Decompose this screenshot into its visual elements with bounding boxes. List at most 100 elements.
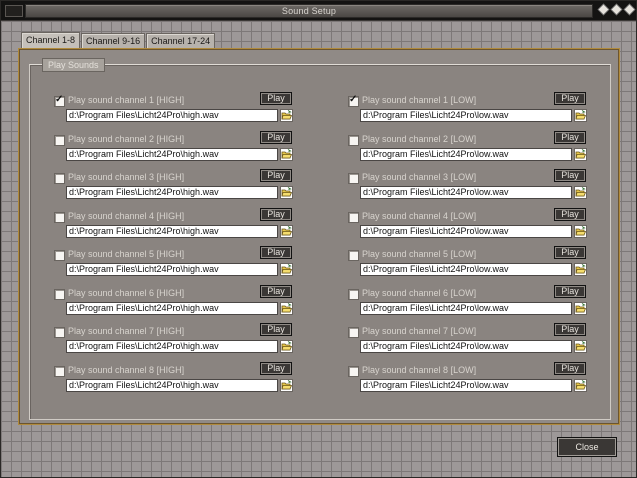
system-menu-icon[interactable] — [5, 5, 23, 17]
low-channel-label: Play sound channel 5 [LOW] — [362, 249, 477, 259]
folder-open-icon[interactable] — [280, 224, 293, 238]
close-button[interactable]: Close — [557, 437, 617, 457]
window-controls — [597, 3, 636, 16]
low-channel-checkbox[interactable] — [348, 327, 359, 338]
folder-open-icon[interactable] — [280, 109, 293, 122]
play-button[interactable]: Play — [260, 361, 292, 375]
high-channel-label: Play sound channel 5 [HIGH] — [68, 249, 185, 259]
play-button[interactable]: Play — [260, 92, 292, 105]
sound-file-path-input[interactable]: d:\Program Files\Licht24Pro\low.wav — [360, 224, 572, 238]
play-button[interactable]: Play — [260, 323, 292, 336]
low-channel-checkbox[interactable] — [348, 173, 359, 184]
high-channel-row: Play sound channel 6 [HIGH] Play d:\Progra… — [54, 284, 316, 322]
low-channel-checkbox[interactable] — [348, 365, 359, 377]
sound-file-path-input[interactable]: d:\Program Files\Licht24Pro\high.wav — [66, 340, 278, 353]
high-channel-row: Play sound channel 8 [HIGH] Play d:\Progra… — [54, 361, 316, 399]
minimize-icon[interactable] — [597, 3, 610, 16]
high-channel-row: Play sound channel 5 [HIGH] Play d:\Progra… — [54, 245, 316, 283]
low-channel-label: Play sound channel 2 [LOW] — [362, 133, 477, 144]
sound-file-path-input[interactable]: d:\Program Files\Licht24Pro\high.wav — [66, 378, 278, 392]
low-channel-checkbox[interactable] — [348, 288, 359, 300]
folder-open-icon[interactable] — [574, 263, 587, 276]
low-channel-row: Play sound channel 8 [LOW] Play d:\Program… — [348, 361, 610, 399]
title-bar-strip: Sound Setup — [25, 4, 593, 18]
folder-open-icon[interactable] — [280, 263, 293, 276]
low-channel-label: Play sound channel 7 [LOW] — [362, 326, 477, 336]
sound-file-path-input[interactable]: d:\Program Files\Licht24Pro\low.wav — [360, 147, 572, 161]
tab-channel-9-16[interactable]: Channel 9-16 — [81, 33, 146, 48]
high-channel-checkbox[interactable] — [54, 327, 65, 338]
sound-file-path-input[interactable]: d:\Program Files\Licht24Pro\low.wav — [360, 263, 572, 276]
play-button[interactable]: Play — [554, 323, 586, 336]
play-button[interactable]: Play — [554, 92, 586, 105]
high-channel-checkbox[interactable] — [54, 173, 65, 184]
play-button[interactable]: Play — [260, 169, 292, 182]
folder-open-icon[interactable] — [574, 301, 587, 315]
play-button[interactable]: Play — [554, 169, 586, 182]
play-button[interactable]: Play — [260, 284, 292, 298]
low-channel-row: Play sound channel 5 [LOW] Play d:\Program… — [348, 245, 610, 283]
low-channel-label: Play sound channel 1 [LOW] — [362, 95, 477, 105]
folder-open-icon[interactable] — [574, 147, 587, 161]
folder-open-icon[interactable] — [574, 340, 587, 353]
play-button[interactable]: Play — [554, 361, 586, 375]
title-bar[interactable]: Sound Setup — [1, 1, 636, 21]
sound-file-path-input[interactable]: d:\Program Files\Licht24Pro\high.wav — [66, 147, 278, 161]
high-channel-checkbox[interactable] — [54, 211, 65, 223]
play-button[interactable]: Play — [260, 207, 292, 221]
high-channel-checkbox[interactable] — [54, 288, 65, 300]
folder-open-icon[interactable] — [574, 224, 587, 238]
high-channel-checkbox[interactable] — [54, 134, 65, 146]
high-channel-checkbox[interactable]: ✓ — [54, 94, 65, 107]
low-channel-row: Play sound channel 2 [LOW] Play d:\Program… — [348, 130, 610, 168]
folder-open-icon[interactable] — [280, 186, 293, 199]
sound-file-path-input[interactable]: d:\Program Files\Licht24Pro\low.wav — [360, 340, 572, 353]
high-channel-label: Play sound channel 2 [HIGH] — [68, 133, 185, 144]
play-button[interactable]: Play — [554, 284, 586, 298]
maximize-icon[interactable] — [610, 3, 623, 16]
low-channel-checkbox[interactable] — [348, 250, 359, 261]
play-button[interactable]: Play — [554, 207, 586, 221]
low-channel-checkbox[interactable] — [348, 211, 359, 223]
sound-file-path-input[interactable]: d:\Program Files\Licht24Pro\high.wav — [66, 301, 278, 315]
low-channel-row: Play sound channel 7 [LOW] Play d:\Program… — [348, 322, 610, 360]
low-channel-label: Play sound channel 3 [LOW] — [362, 172, 477, 182]
folder-open-icon[interactable] — [280, 301, 293, 315]
sound-file-path-input[interactable]: d:\Program Files\Licht24Pro\low.wav — [360, 378, 572, 392]
play-sounds-group: Play Sounds ✓ Play sound channel 1 [HIGH]… — [29, 58, 611, 420]
play-button[interactable]: Play — [554, 246, 586, 259]
tab-channel-1-8[interactable]: Channel 1-8 — [21, 32, 81, 48]
close-window-icon[interactable] — [623, 3, 636, 16]
window-title: Sound Setup — [281, 6, 337, 16]
high-channel-row: Play sound channel 3 [HIGH] Play d:\Progra… — [54, 168, 316, 206]
sound-file-path-input[interactable]: d:\Program Files\Licht24Pro\low.wav — [360, 301, 572, 315]
play-button[interactable]: Play — [260, 130, 292, 144]
low-channel-row: Play sound channel 3 [LOW] Play d:\Program… — [348, 168, 610, 206]
high-channel-row: Play sound channel 2 [HIGH] Play d:\Progra… — [54, 130, 316, 168]
high-channel-row: Play sound channel 7 [HIGH] Play d:\Progra… — [54, 322, 316, 360]
folder-open-icon[interactable] — [280, 378, 293, 392]
low-channel-checkbox[interactable]: ✓ — [348, 94, 359, 107]
play-button[interactable]: Play — [260, 246, 292, 259]
low-channel-checkbox[interactable] — [348, 134, 359, 146]
high-channel-label: Play sound channel 1 [HIGH] — [68, 95, 185, 105]
folder-open-icon[interactable] — [574, 378, 587, 392]
channel-tabs: Channel 1-8 Channel 9-16 Channel 17-24 — [21, 32, 216, 48]
folder-open-icon[interactable] — [574, 186, 587, 199]
sound-file-path-input[interactable]: d:\Program Files\Licht24Pro\high.wav — [66, 109, 278, 122]
tab-channel-17-24[interactable]: Channel 17-24 — [146, 33, 216, 48]
low-channel-row: ✓ Play sound channel 1 [LOW] Play d:\Progra… — [348, 91, 610, 129]
folder-open-icon[interactable] — [280, 340, 293, 353]
high-channel-checkbox[interactable] — [54, 250, 65, 261]
high-channel-label: Play sound channel 4 [HIGH] — [68, 210, 185, 221]
sound-file-path-input[interactable]: d:\Program Files\Licht24Pro\high.wav — [66, 186, 278, 199]
sound-file-path-input[interactable]: d:\Program Files\Licht24Pro\high.wav — [66, 263, 278, 276]
folder-open-icon[interactable] — [280, 147, 293, 161]
sound-file-path-input[interactable]: d:\Program Files\Licht24Pro\high.wav — [66, 224, 278, 238]
sound-file-path-input[interactable]: d:\Program Files\Licht24Pro\low.wav — [360, 109, 572, 122]
sound-file-path-input[interactable]: d:\Program Files\Licht24Pro\low.wav — [360, 186, 572, 199]
sound-setup-window: Sound Setup Channel 1-8 Channel 9-16 Cha… — [0, 0, 637, 478]
high-channel-checkbox[interactable] — [54, 365, 65, 377]
folder-open-icon[interactable] — [574, 109, 587, 122]
play-button[interactable]: Play — [554, 130, 586, 144]
